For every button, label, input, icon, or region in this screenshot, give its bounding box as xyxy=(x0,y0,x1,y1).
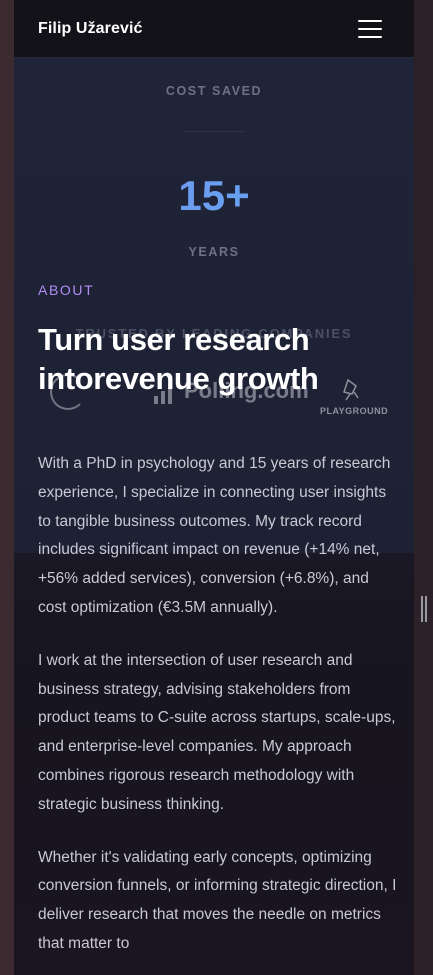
page-title: Turn user research intorevenue growth xyxy=(38,322,319,396)
right-backdrop xyxy=(414,0,433,975)
hamburger-menu-icon[interactable] xyxy=(358,19,382,38)
about-paragraph: I work at the intersection of user resea… xyxy=(38,651,396,813)
stat-value: 15+ xyxy=(14,172,414,220)
about-paragraph: With a PhD in psychology and 15 years of… xyxy=(38,455,391,616)
section-label: ABOUT xyxy=(38,282,95,298)
stat-label: COST SAVED xyxy=(165,84,263,98)
brand-name[interactable]: Filip Užarević xyxy=(38,20,143,38)
site-header: Filip Užarević xyxy=(14,0,414,58)
page: Filip Užarević COST SAVED 15+ YEARS TRUS… xyxy=(14,0,414,975)
left-backdrop xyxy=(0,0,14,975)
stat-unit: YEARS xyxy=(188,245,240,259)
about-body: With a PhD in psychology and 15 years of… xyxy=(38,450,398,975)
stat-divider xyxy=(184,131,244,132)
resize-handle[interactable] xyxy=(421,596,427,622)
about-paragraph: Whether it's validating early concepts, … xyxy=(38,848,397,952)
